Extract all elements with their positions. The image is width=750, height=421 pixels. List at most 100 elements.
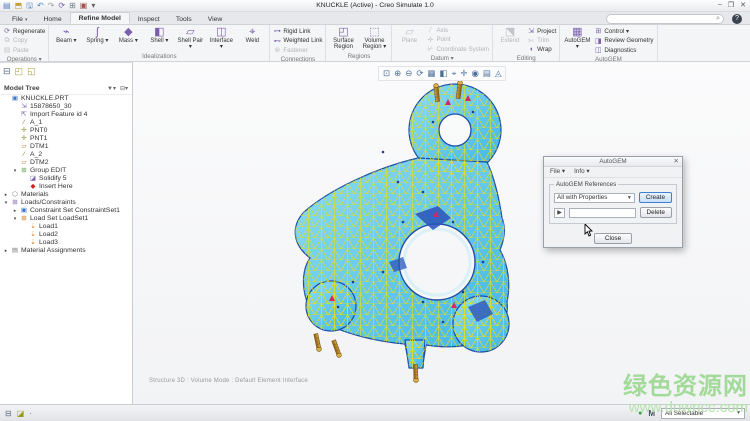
refit-icon[interactable]: ⊡ [383,68,390,79]
select-list-icon[interactable]: ⊟ [5,409,12,418]
references-dropdown[interactable]: All with Properties ▼ [554,193,635,203]
show-tree-icon[interactable]: ⊟ [3,66,11,77]
tab-file[interactable]: File▾ [4,14,35,24]
tree-item-pnt1[interactable]: ✛PNT1 [0,135,132,143]
ribbon-button-rigid-link[interactable]: ⊶Rigid Link [273,27,322,35]
ribbon-button-diagnostics[interactable]: ◫Diagnostics [594,46,653,54]
ribbon-button-interface[interactable]: ◫Interface ▾ [207,26,235,51]
tree-item-15878650-30[interactable]: ⇲15878650_30 [0,103,132,111]
materials-icon: ⬡ [11,191,19,199]
title-bar: ▤⬒🖫↶↷⟳⊞▣▾ KNUCKLE (Active) - Creo Simula… [0,0,750,12]
ribbon-button-coordinate-system[interactable]: ⊬Coordinate System [426,45,489,53]
tree-item-group-edit[interactable]: ▾⊞Group EDIT [0,167,132,175]
ribbon-button-plane[interactable]: ▱Plane [395,26,423,44]
reference-collector-field[interactable] [569,208,636,218]
zoom-out-icon[interactable]: ⊖ [405,68,412,79]
loads-constraints-icon: ⊞ [11,199,19,207]
tree-item-load-set-loadset1[interactable]: ▾⊞Load Set LoadSet1 [0,215,132,223]
tree-item-load1[interactable]: ⇣Load1 [0,223,132,231]
ribbon-button-volume-region[interactable]: ⬚Volume Region ▾ [360,26,388,51]
part-icon: ▣ [11,95,19,103]
tree-item-constraint-set-constraintset1[interactable]: ▸▣Constraint Set ConstraintSet1 [0,207,132,215]
ribbon-button-mass[interactable]: ◆Mass ▾ [114,26,142,44]
tree-item-insert-here[interactable]: ◆Insert Here [0,183,132,191]
tab-refine-model[interactable]: Refine Model [70,12,130,24]
tree-item-a-2[interactable]: ⁄A_2 [0,151,132,159]
tree-filter-icon[interactable]: ▼▾ [107,85,116,92]
restore-button[interactable]: ❐ [728,1,734,9]
ribbon-button-spring[interactable]: ʃSpring ▾ [83,26,111,44]
dialog-menu-file[interactable]: File ▾ [550,168,565,175]
tree-item-loads-constraints[interactable]: ▾⊞Loads/Constraints [0,199,132,207]
ribbon-button-control[interactable]: ⊞Control ▾ [594,27,653,35]
selector-arrow-icon[interactable]: ▶ [554,208,565,218]
tree-item-knuckle-prt[interactable]: ▣KNUCKLE.PRT [0,95,132,103]
search-icon: ⌕ [716,15,720,23]
tree-columns-icon[interactable]: ⊟▾ [120,85,128,92]
saved-orientations-icon[interactable]: ◬ [495,68,502,79]
smart-paint-icon[interactable]: ◪ [17,409,25,418]
ribbon-button-autogem[interactable]: ▦AutoGEM ▾ [563,26,591,51]
spin-center-icon[interactable]: ◉ [471,68,478,79]
shaded-display-icon[interactable]: ▦ [428,68,436,79]
ribbon-button-weld[interactable]: ⌖Weld [238,26,266,44]
minimize-button[interactable]: – [718,1,722,9]
ribbon-button-axis[interactable]: ⁄Axis [426,27,489,34]
tree-item-load2[interactable]: ⇣Load2 [0,231,132,239]
dialog-close-icon[interactable]: ✕ [674,157,679,167]
tree-item-load3[interactable]: ⇣Load3 [0,239,132,247]
ribbon-button-extend[interactable]: ⬔Extend [496,26,524,44]
ribbon-button-weighted-link[interactable]: ⊷Weighted Link [273,37,322,45]
tree-item-material-assignments[interactable]: ▸▤Material Assignments [0,247,132,255]
tree-item-solidify-5[interactable]: ◪Solidify 5 [0,175,132,183]
ribbon-button-surface-region[interactable]: ◰Surface Region [329,26,357,51]
ready-indicator-icon: ● [638,410,642,417]
ribbon-button-point[interactable]: ✛Point [426,36,489,44]
repaint-icon[interactable]: ⟳ [416,68,423,79]
favorites-icon[interactable]: ◱ [27,66,36,77]
dialog-menu-info[interactable]: Info ▾ [574,168,589,175]
ribbon-button-regenerate[interactable]: ⟳Regenerate [3,27,45,35]
ribbon-button-shell-pair[interactable]: ▱Shell Pair ▾ [176,26,204,51]
ribbon-button-beam[interactable]: ⌁Beam ▾ [52,26,80,44]
copy-icon: ⧉ [3,37,11,45]
ribbon-button-copy[interactable]: ⧉Copy [3,37,45,45]
folder-browser-icon[interactable]: ◰ [15,66,24,77]
tree-item-pnt0[interactable]: ✛PNT0 [0,127,132,135]
load-icon: ⇣ [29,223,37,231]
tree-item-dtm2[interactable]: ▱DTM2 [0,159,132,167]
tree-item-a-1[interactable]: ⁄A_1 [0,119,132,127]
help-button[interactable]: ? [732,14,742,24]
ribbon-button-project[interactable]: ⇲Project [527,27,556,35]
display-style-icon[interactable]: ◧ [440,68,448,79]
ribbon-button-shell[interactable]: ◧Shell ▾ [145,26,173,44]
tab-view[interactable]: View [200,14,231,24]
delete-button[interactable]: Delete [640,207,672,218]
close-button[interactable]: ✕ [740,1,746,9]
tab-inspect[interactable]: Inspect [130,14,168,24]
command-search-input[interactable]: ⌕ [606,14,724,24]
surface-region-icon: ◰ [338,26,348,38]
selection-filter-dropdown[interactable]: All Selectable ▼ [661,408,745,419]
tab-home[interactable]: Home [35,14,69,24]
ribbon-button-trim[interactable]: ✄Trim [527,37,556,45]
ribbon-button-wrap[interactable]: ◖Wrap [527,46,556,53]
datum-display-icon[interactable]: ⌖ [452,68,457,79]
tree-item-materials[interactable]: ▸⬡Materials [0,191,132,199]
view-manager-icon[interactable]: ▤ [483,68,491,79]
create-button[interactable]: Create [639,192,672,203]
annotation-display-icon[interactable]: ✛ [460,68,467,79]
more-icon[interactable]: · [29,409,32,418]
zoom-in-icon[interactable]: ⊕ [394,68,401,79]
ribbon-button-paste[interactable]: ▤Paste [3,46,45,54]
ribbon-group-datum: ▱Plane⁄Axis✛Point⊬Coordinate SystemDatum… [392,25,493,61]
tree-item-import-feature-id-4[interactable]: ⇱Import Feature id 4 [0,111,132,119]
tree-item-dtm1[interactable]: ▱DTM1 [0,143,132,151]
close-button[interactable]: Close [594,233,632,244]
ribbon-button-fastener[interactable]: ⊗Fastener [273,46,322,54]
ribbon-button-review-geometry[interactable]: ◨Review Geometry [594,37,653,45]
point-icon: ✛ [20,135,28,143]
tab-tools[interactable]: Tools [168,14,200,24]
solidify-icon: ◪ [29,175,37,183]
dialog-menu-bar: File ▾ Info ▾ [544,167,682,178]
